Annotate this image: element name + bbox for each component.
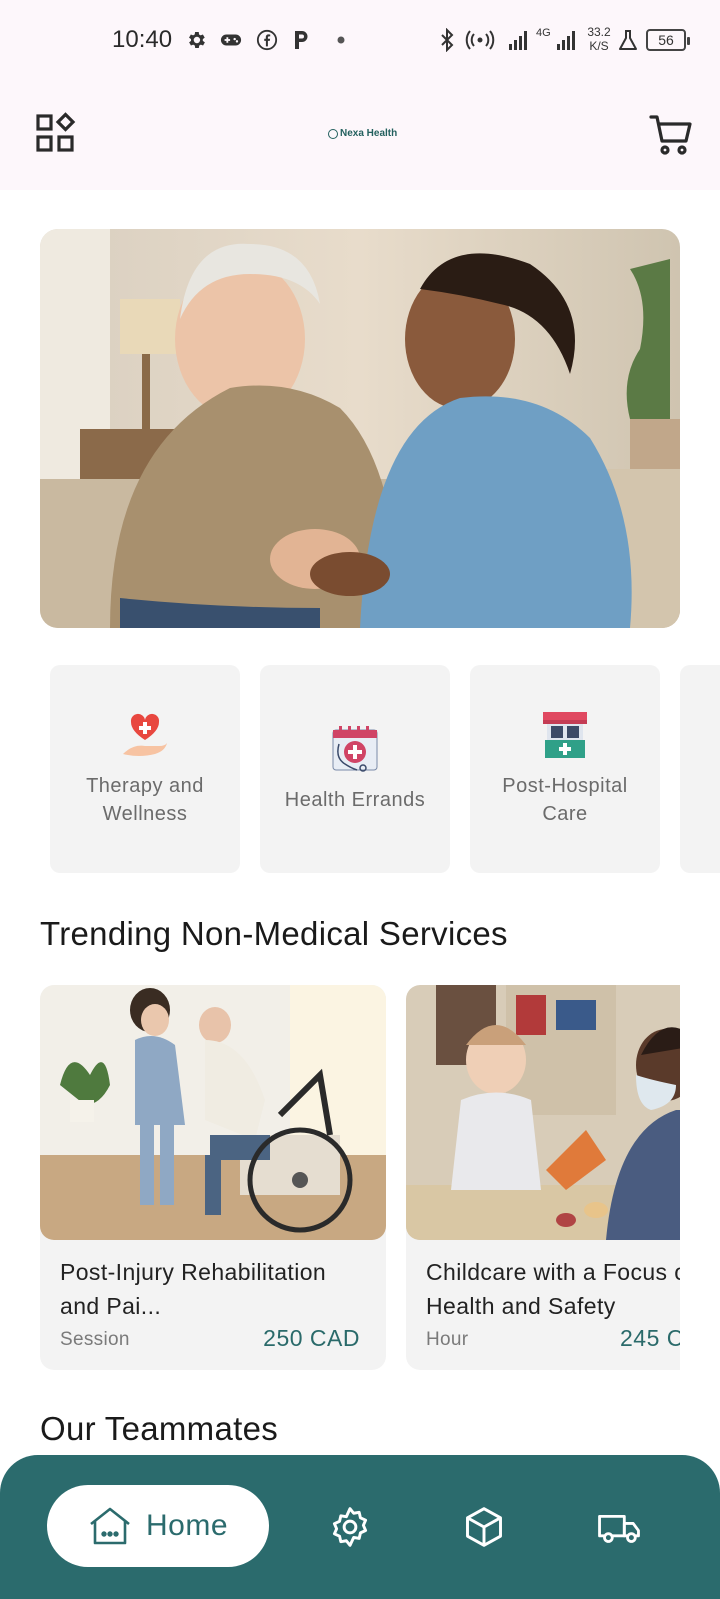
bluetooth-icon bbox=[436, 28, 458, 52]
package-icon[interactable] bbox=[462, 1505, 506, 1549]
network-speed-unit: K/S bbox=[589, 39, 609, 53]
status-bar: 10:40 4G 33.2 K/S 56 bbox=[0, 0, 720, 80]
network-speed-value: 33.2 bbox=[587, 25, 611, 39]
trending-card-title: Post-Injury Rehabilitation and Pai... bbox=[60, 1259, 327, 1319]
category-label: Therapy and Wellness bbox=[86, 775, 204, 825]
bottom-navigation: Home bbox=[0, 1455, 720, 1599]
category-label: Health Errands bbox=[284, 789, 426, 811]
hospital-icon bbox=[543, 712, 587, 758]
logo-text: Nexa Health bbox=[340, 128, 398, 139]
signal-icon bbox=[506, 28, 530, 52]
cart-icon[interactable] bbox=[648, 112, 694, 158]
status-time: 10:40 bbox=[112, 26, 173, 53]
app-logo: Nexa Health bbox=[328, 128, 397, 139]
home-icon bbox=[90, 1507, 130, 1545]
grid-menu-icon[interactable] bbox=[34, 112, 78, 156]
category-card-post-hospital[interactable]: Post-Hospital Care bbox=[470, 665, 660, 873]
signal-4g-icon bbox=[554, 28, 578, 52]
battery-icon: 56 bbox=[646, 29, 690, 51]
logo-mark-icon bbox=[328, 128, 338, 139]
medical-calendar-icon bbox=[332, 726, 378, 772]
teammates-section-title: Our Teammates bbox=[40, 1410, 279, 1447]
gamepad-icon bbox=[218, 28, 244, 52]
network-type: 4G bbox=[536, 27, 551, 39]
category-list: Therapy and Wellness Health Errands Post… bbox=[50, 665, 720, 873]
trending-section-title: Trending Non-Medical Services bbox=[40, 915, 508, 952]
p-icon bbox=[290, 28, 312, 52]
childcare-photo bbox=[406, 985, 680, 1240]
category-label: Post-Hospital Care bbox=[502, 775, 628, 825]
battery-level: 56 bbox=[658, 32, 674, 48]
truck-icon[interactable] bbox=[596, 1505, 640, 1549]
dot-icon bbox=[334, 28, 348, 52]
category-card-therapy[interactable]: Therapy and Wellness bbox=[50, 665, 240, 873]
app-bar: Nexa Health bbox=[0, 80, 720, 190]
heart-hand-icon bbox=[123, 713, 167, 756]
hero-banner[interactable] bbox=[40, 229, 680, 628]
caregiver-with-elderly-man-photo bbox=[40, 229, 680, 628]
trending-card[interactable]: Childcare with a Focus on Health and Saf… bbox=[406, 985, 680, 1370]
nav-home-label: Home bbox=[145, 1509, 229, 1542]
trending-card-price: 250 CAD bbox=[263, 1325, 360, 1351]
trending-card-unit: Hour bbox=[426, 1329, 469, 1350]
hotspot-icon bbox=[464, 28, 496, 52]
facebook-icon bbox=[254, 28, 280, 52]
category-card-errands[interactable]: Health Errands bbox=[260, 665, 450, 873]
trending-card-title: Childcare with a Focus on Health and Saf… bbox=[426, 1259, 680, 1319]
trending-card-price: 245 CAD bbox=[620, 1325, 680, 1351]
category-card-partial[interactable] bbox=[680, 665, 720, 873]
rehabilitation-photo bbox=[40, 985, 386, 1240]
trending-card[interactable]: Post-Injury Rehabilitation and Pai... Se… bbox=[40, 985, 386, 1370]
flask-icon bbox=[616, 28, 640, 52]
trending-list: Post-Injury Rehabilitation and Pai... Se… bbox=[40, 985, 680, 1370]
settings-icon[interactable] bbox=[328, 1505, 372, 1549]
trending-card-unit: Session bbox=[60, 1329, 130, 1350]
nav-home-button[interactable]: Home bbox=[47, 1485, 269, 1567]
gear-icon bbox=[183, 28, 209, 52]
